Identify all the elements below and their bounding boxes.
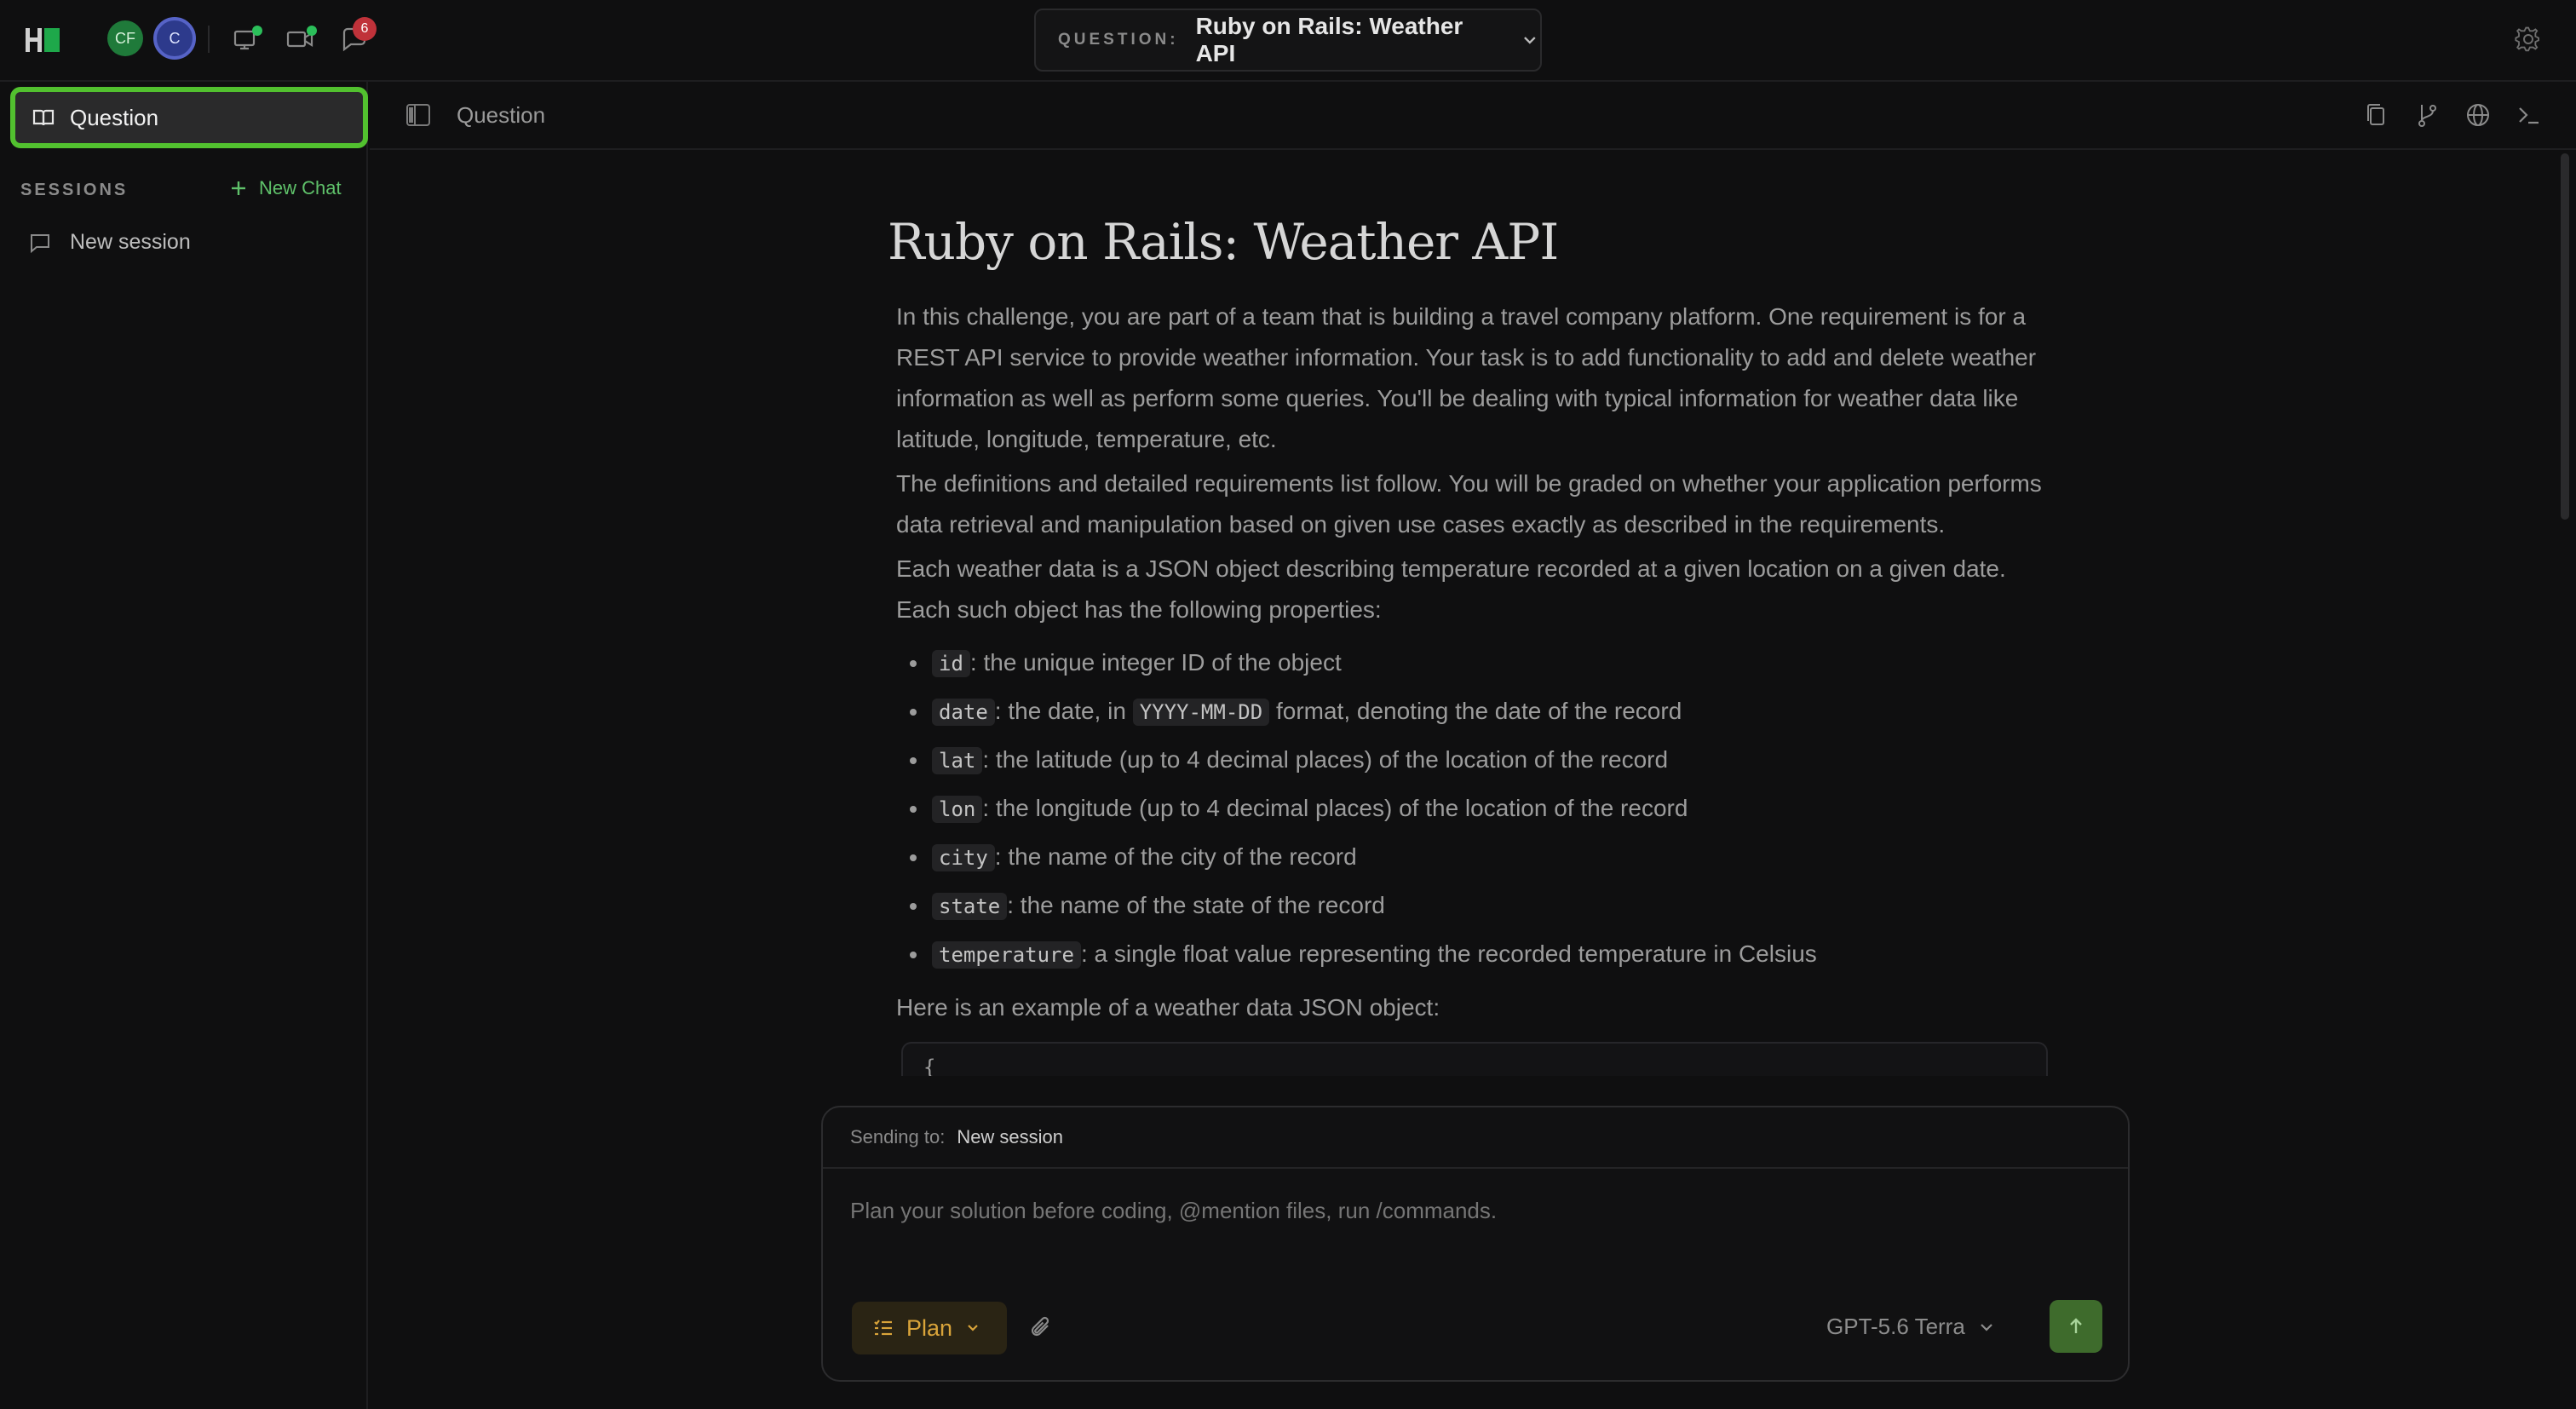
property-text: : the latitude (up to 4 decimal places) …: [982, 746, 1669, 773]
git-branch-icon[interactable]: [2412, 101, 2441, 129]
composer-header: Sending to: New session: [823, 1107, 2128, 1169]
code-block: {: [901, 1042, 2048, 1076]
sidebar-toggle-icon[interactable]: [404, 101, 433, 129]
list-item: date: the date, in YYYY-MM-DD format, de…: [896, 687, 2046, 736]
divider: [208, 26, 210, 53]
question-title: Ruby on Rails: Weather API: [888, 213, 1559, 271]
scrollbar-thumb[interactable]: [2561, 153, 2569, 520]
new-chat-button[interactable]: New Chat: [228, 177, 342, 199]
question-selector[interactable]: QUESTION: Ruby on Rails: Weather API: [1034, 9, 1542, 72]
list-checks-icon: [874, 1320, 892, 1336]
copy-icon[interactable]: [2361, 101, 2390, 129]
sidebar-item-question[interactable]: Question: [10, 87, 368, 148]
intro-paragraph: In this challenge, you are part of a tea…: [896, 303, 2037, 452]
book-icon: [32, 109, 55, 126]
session-item[interactable]: New session: [29, 230, 191, 255]
mode-label: Plan: [906, 1314, 953, 1341]
question-document: Ruby on Rails: Weather API In this chall…: [888, 213, 2048, 1076]
chevron-down-icon: [1981, 1323, 1992, 1331]
property-list: id: the unique integer ID of the object …: [896, 639, 2046, 979]
terminal-icon[interactable]: [2515, 101, 2544, 129]
list-item: lon: the longitude (up to 4 decimal plac…: [896, 785, 2046, 833]
chevron-down-icon: [968, 1325, 978, 1331]
sidebar: Question SESSIONS New Chat New session: [0, 82, 368, 1409]
arrow-up-icon: [2070, 1318, 2082, 1333]
hackerrank-logo[interactable]: [26, 26, 65, 55]
notification-badge: 6: [353, 17, 377, 41]
code-inline: YYYY-MM-DD: [1132, 699, 1270, 726]
sending-to-label: Sending to:: [850, 1126, 946, 1147]
gear-icon[interactable]: [2513, 24, 2544, 55]
message-icon: [31, 233, 49, 253]
model-label: GPT-5.6 Terra: [1826, 1314, 1965, 1339]
screen-share-icon[interactable]: [228, 22, 262, 56]
chat-input[interactable]: [850, 1198, 2102, 1224]
property-text: : the unique integer ID of the object: [969, 649, 1342, 676]
chat-composer: Sending to: New session Plan GPT-5.6 Ter…: [821, 1106, 2130, 1382]
code-inline: lat: [932, 747, 983, 774]
chat-bubble-icon[interactable]: 6: [337, 17, 377, 56]
code-inline: lon: [932, 796, 983, 823]
property-text: : the name of the state of the record: [1007, 892, 1385, 918]
code-inline: date: [932, 699, 995, 726]
property-text: format, denoting the date of the record: [1269, 698, 1682, 724]
property-text: : a single float value representing the …: [1080, 940, 1817, 967]
top-bar: CF C 6 QUESTION: Ruby on Rails: Weather …: [0, 0, 2576, 82]
example-label: Here is an example of a weather data JSO…: [896, 994, 1440, 1021]
content-title: Question: [457, 102, 546, 128]
list-item: state: the name of the state of the reco…: [896, 882, 2046, 930]
property-text: : the name of the city of the record: [994, 843, 1357, 870]
avatar-current-user[interactable]: C: [153, 17, 196, 60]
mode-selector-button[interactable]: Plan: [852, 1302, 1007, 1354]
sending-to-value: New session: [957, 1126, 1064, 1147]
send-button[interactable]: [2050, 1300, 2102, 1353]
chevron-down-icon: [1524, 37, 1536, 44]
question-selector-label: QUESTION:: [1058, 31, 1179, 49]
content-header: Question: [370, 82, 2576, 150]
definitions-paragraph: The definitions and detailed requirement…: [896, 470, 2042, 538]
globe-icon[interactable]: [2464, 101, 2493, 129]
sessions-heading: SESSIONS: [20, 181, 129, 199]
session-label: New session: [70, 230, 191, 254]
list-item: city: the name of the city of the record: [896, 833, 2046, 882]
list-item: temperature: a single float value repres…: [896, 930, 2046, 979]
code-inline: state: [932, 893, 1008, 920]
video-camera-icon[interactable]: [283, 22, 317, 56]
code-inline: temperature: [932, 941, 1081, 969]
property-text: : the longitude (up to 4 decimal places)…: [982, 795, 1688, 821]
new-chat-label: New Chat: [259, 177, 342, 198]
avatar[interactable]: CF: [107, 20, 143, 56]
paperclip-icon[interactable]: [1026, 1312, 1056, 1343]
sidebar-item-label: Question: [70, 104, 159, 130]
list-item: lat: the latitude (up to 4 decimal place…: [896, 736, 2046, 785]
question-selector-title: Ruby on Rails: Weather API: [1195, 13, 1463, 66]
list-item: id: the unique integer ID of the object: [896, 639, 2046, 687]
property-text: : the date, in: [994, 698, 1133, 724]
code-inline: id: [932, 650, 970, 677]
object-description: Each weather data is a JSON object descr…: [896, 555, 2006, 623]
plus-icon: [232, 181, 245, 195]
model-selector[interactable]: GPT-5.6 Terra: [1826, 1314, 1996, 1340]
code-inline: city: [932, 844, 995, 871]
